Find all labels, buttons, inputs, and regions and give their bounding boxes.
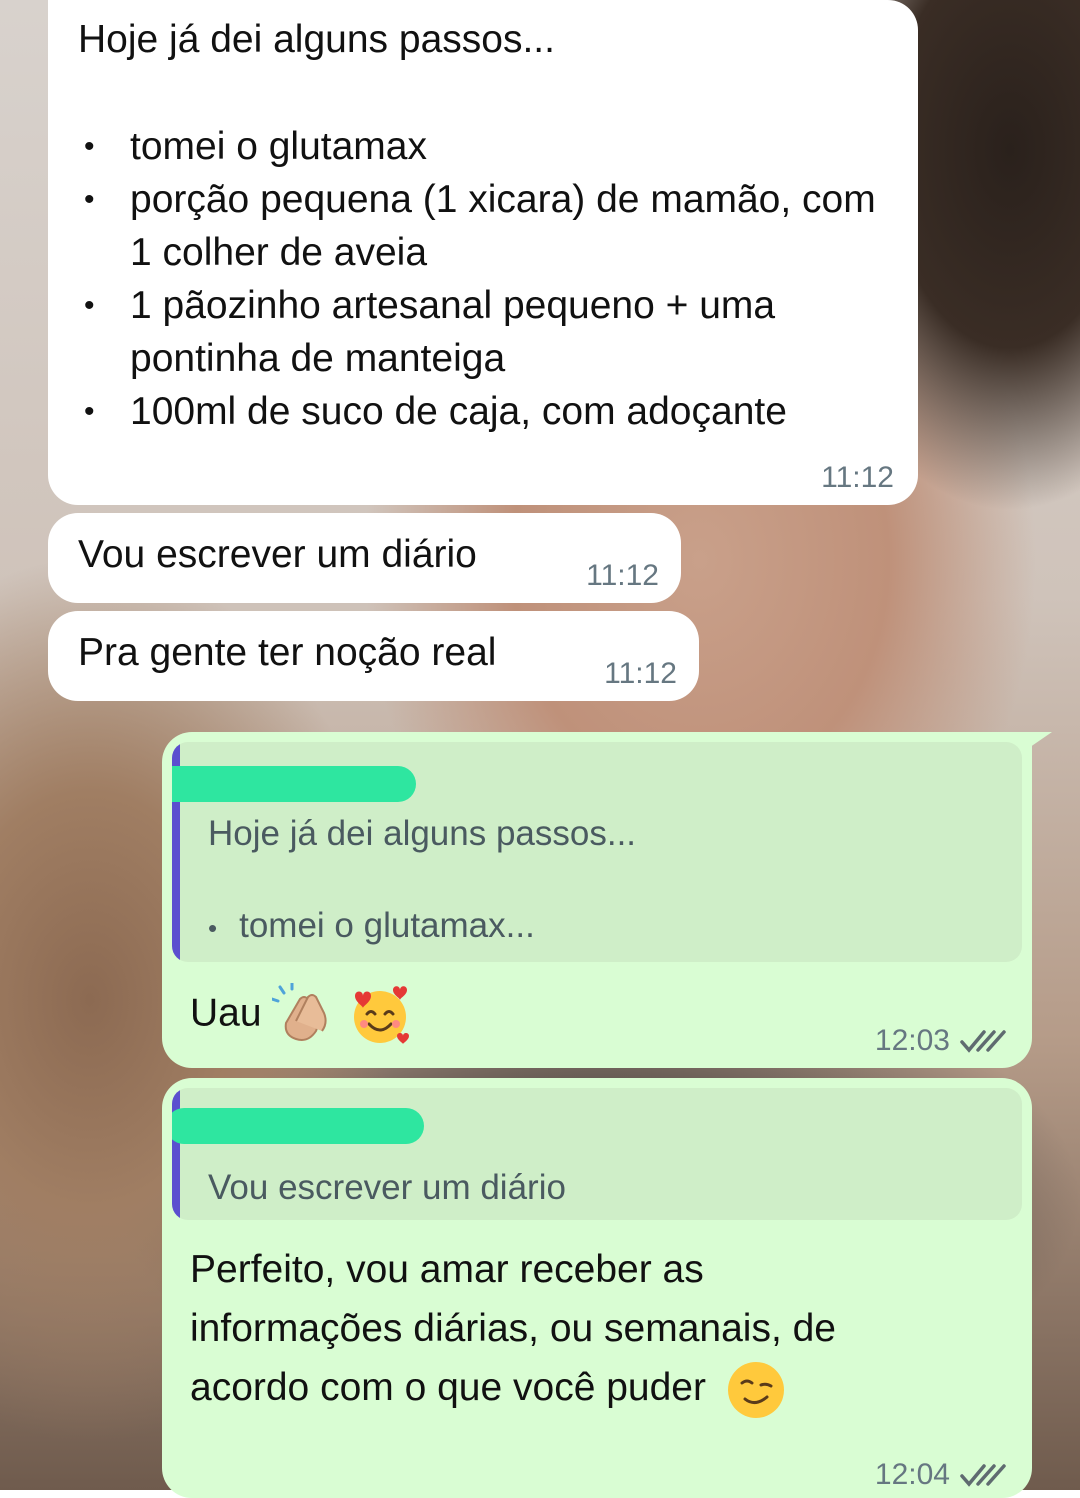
- message-text: Vou escrever um diário: [78, 533, 477, 576]
- bullet-icon: •: [84, 183, 95, 216]
- outgoing-message-bubble[interactable]: Vou escrever um diário Perfeito, vou ama…: [162, 1078, 1032, 1498]
- bullet-icon: •: [84, 289, 95, 322]
- clapping-hands-icon: [272, 983, 327, 1041]
- bullet-icon: •: [84, 130, 95, 163]
- quoted-text: Vou escrever um diário: [208, 1168, 566, 1207]
- message-text: Perfeito, vou amar receber as informaçõe…: [190, 1240, 1000, 1421]
- incoming-message-bubble[interactable]: Vou escrever um diário 11:12: [48, 513, 681, 603]
- list-item: • porção pequena (1 xicara) de mamão, com…: [78, 173, 890, 279]
- smiling-face-with-hearts-icon: [354, 986, 410, 1044]
- message-timestamp: 11:12: [586, 559, 659, 592]
- message-timestamp: 11:12: [821, 461, 894, 494]
- message-timestamp: 11:12: [604, 657, 677, 690]
- message-text: Pra gente ter noção real: [78, 631, 497, 674]
- list-item: • 1 pãozinho artesanal pequeno + uma pont…: [78, 279, 890, 385]
- bullet-icon: •: [84, 395, 95, 428]
- incoming-message-bubble[interactable]: Pra gente ter noção real 11:12: [48, 611, 699, 701]
- read-receipt-icon: [960, 1030, 1006, 1053]
- message-content: Uau: [190, 982, 413, 1048]
- redaction-marker: [172, 1108, 424, 1144]
- list-item: • 100ml de suco de caja, com adoçante: [78, 385, 890, 438]
- quoted-message[interactable]: Hoje já dei alguns passos... • tomei o gl…: [172, 742, 1022, 962]
- quoted-text-bullet: • tomei o glutamax...: [208, 906, 535, 945]
- message-text: Hoje já dei alguns passos...: [78, 18, 555, 61]
- bullet-list: • tomei o glutamax • porção pequena (1 xic…: [78, 120, 890, 438]
- read-receipt-icon: [960, 1464, 1006, 1487]
- list-item: • tomei o glutamax: [78, 120, 890, 173]
- message-timestamp: 12:03: [874, 1024, 950, 1057]
- incoming-message-bubble[interactable]: Hoje já dei alguns passos... • tomei o gl…: [48, 0, 918, 505]
- winking-smile-icon: [727, 1361, 784, 1418]
- quoted-text: Hoje já dei alguns passos...: [208, 814, 637, 853]
- message-timestamp: 12:04: [874, 1458, 950, 1491]
- outgoing-message-bubble[interactable]: Hoje já dei alguns passos... • tomei o gl…: [162, 732, 1032, 1068]
- message-text: Uau: [190, 991, 262, 1035]
- quoted-message[interactable]: Vou escrever um diário: [172, 1088, 1022, 1220]
- redaction-marker: [172, 766, 416, 802]
- bullet-icon: •: [208, 913, 218, 943]
